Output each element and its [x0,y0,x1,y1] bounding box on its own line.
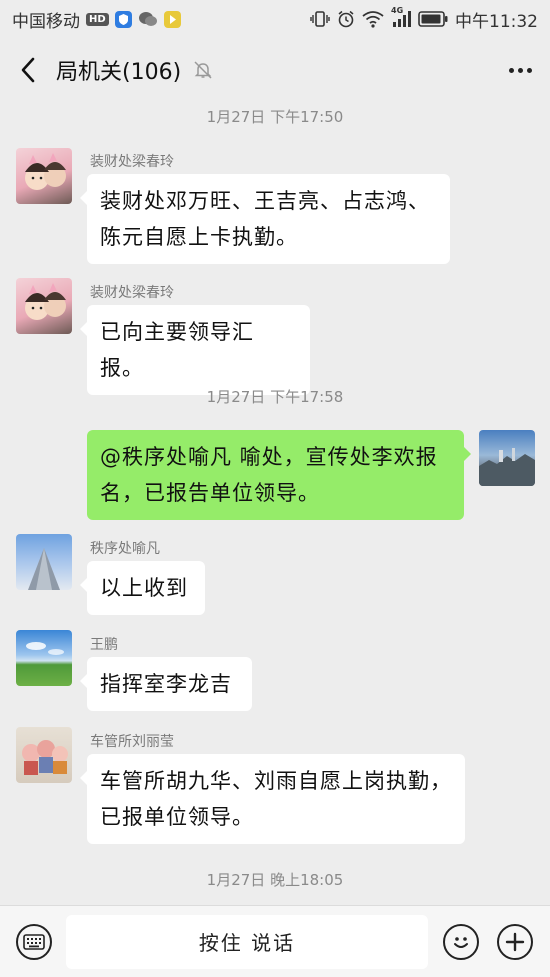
avatar-liang-chunling[interactable] [16,148,72,204]
message-line: @秩序处喻凡 喻处，宣传处李欢报 [100,445,438,469]
message-line: 装财处邓万旺、王吉亮、占志鸿、 [100,189,430,213]
message-bubble[interactable]: 车管所胡九华、刘雨自愿上岗执勤， 已报单位领导。 [80,754,465,844]
status-bar: 中国移动 HD 4G 中午11:32 [0,0,550,38]
alarm-icon [337,10,355,28]
chat-title: 局机关(106) [56,60,182,85]
message-line: 已向主要领导汇报。 [100,320,254,380]
back-button[interactable] [0,38,56,102]
battery-icon [418,11,448,27]
chat-header: 局机关(106) [0,38,550,102]
message-line: 以上收到 [100,576,188,600]
signal-icon: 4G [391,6,411,28]
avatar-yu-fan[interactable] [16,534,72,590]
shield-app-icon [114,10,132,28]
avatar-wang-peng[interactable] [16,630,72,686]
message-line: 陈元自愿上卡执勤。 [100,225,298,249]
avatar-self[interactable] [479,430,535,486]
emoji-button[interactable] [443,923,479,960]
carrier-name: 中国移动 [12,11,80,32]
wechat-app-icon [138,11,158,28]
hd-badge: HD [86,12,109,26]
hold-to-talk-button[interactable]: 按住 说话 [66,914,428,969]
keyboard-icon [23,933,45,950]
keyboard-toggle-button[interactable] [16,923,52,960]
more-icon [508,67,514,73]
message-line: 名，已报告单位领导。 [100,481,320,505]
sender-name: 王鹏 [90,637,118,653]
wifi-icon [362,10,384,28]
plus-icon [505,932,525,951]
timestamp-separator: 1月27日 下午17:50 [206,108,344,126]
sender-name: 秩序处喻凡 [90,541,160,557]
input-bar: 按住 说话 [0,905,550,977]
message-bubble[interactable]: 指挥室李龙吉 [80,657,252,711]
timestamp-separator: 1月27日 晚上18:05 [206,871,344,889]
message-line: 已报单位领导。 [100,805,254,829]
more-functions-button[interactable] [497,923,533,960]
network-type-label: 4G [391,6,404,15]
video-app-icon [163,10,181,28]
clock-time: 中午11:32 [455,11,538,32]
message-bubble[interactable]: 装财处邓万旺、王吉亮、占志鸿、 陈元自愿上卡执勤。 [80,174,450,264]
message-line: 车管所胡九华、刘雨自愿上岗执勤， [100,769,452,793]
timestamp-separator: 1月27日 下午17:58 [206,388,344,406]
sender-name: 车管所刘丽莹 [90,734,174,750]
message-bubble-self[interactable]: @秩序处喻凡 喻处，宣传处李欢报 名，已报告单位领导。 [87,430,471,520]
sender-name: 装财处梁春玲 [90,154,174,170]
avatar-liu-liying[interactable] [16,727,72,783]
message-bubble[interactable]: 已向主要领导汇报。 [80,305,310,395]
mute-bell-icon [193,60,213,80]
sender-name: 装财处梁春玲 [90,285,174,301]
more-options-button[interactable] [490,38,550,102]
message-line: 指挥室李龙吉 [100,672,232,696]
message-bubble[interactable]: 以上收到 [80,561,205,615]
back-arrow-icon [21,57,35,83]
avatar-liang-chunling[interactable] [16,278,72,334]
vibrate-icon [310,10,330,28]
emoji-icon [454,936,468,948]
